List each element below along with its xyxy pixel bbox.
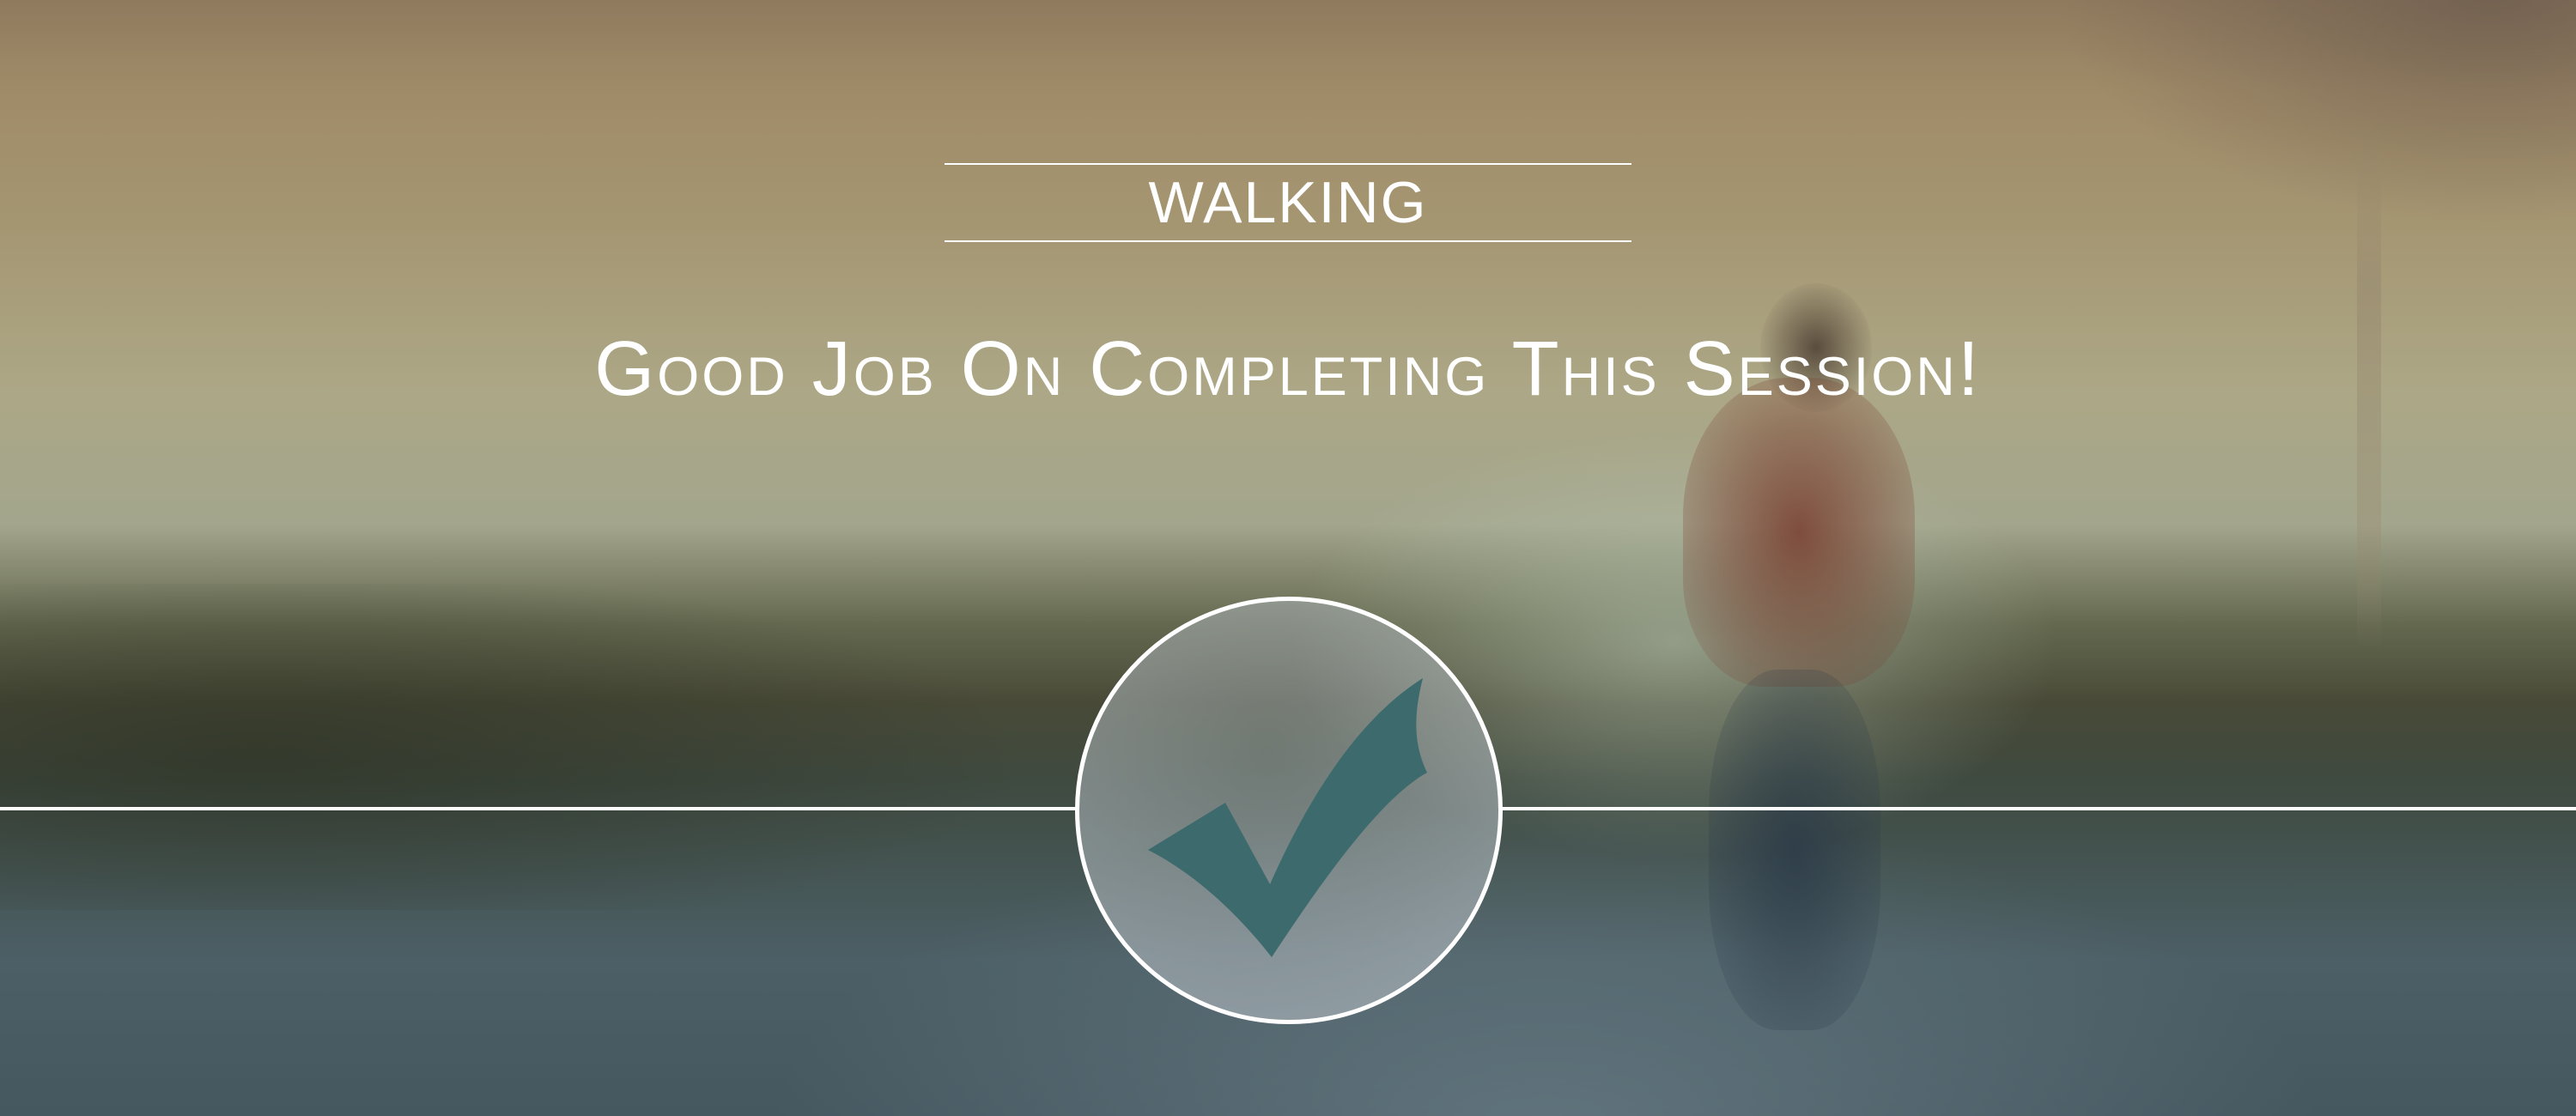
completion-check-button[interactable] [1075,597,1503,1024]
session-category-label: WALKING [1148,170,1428,235]
category-rule-bottom [945,240,1631,242]
divider-left [0,807,1078,810]
background-sky-shade [1975,0,2576,258]
completion-message: Good Job On Completing This Session! [594,326,1982,412]
divider-right [1498,807,2576,810]
checkmark-icon [1148,678,1427,957]
session-category-header: WALKING [945,163,1631,244]
category-rule-top [945,163,1631,165]
background-walker-body [1683,378,1915,687]
background-walker-legs [1709,670,1880,1030]
